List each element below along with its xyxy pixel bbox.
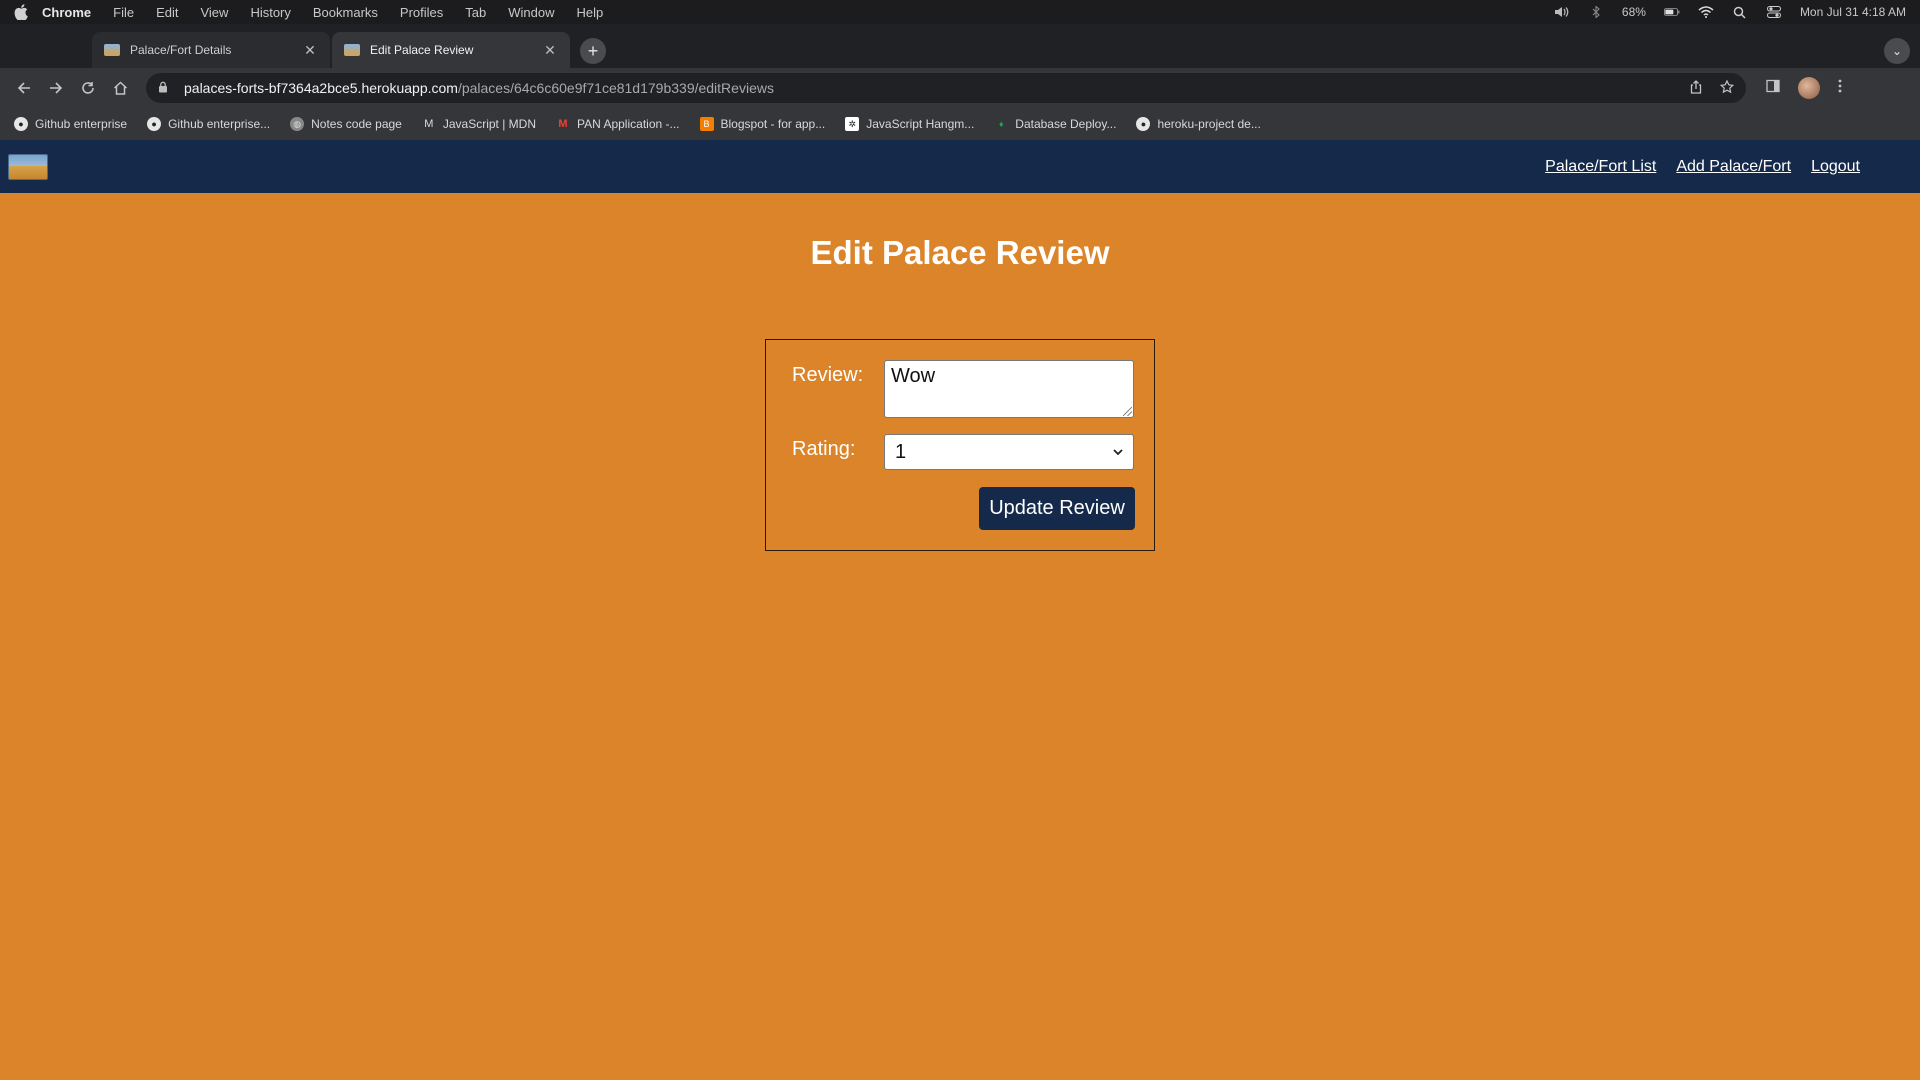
rating-select[interactable]: 1	[884, 434, 1134, 470]
github-icon: ●	[147, 117, 162, 131]
bookmark-label: PAN Application -...	[577, 117, 680, 131]
review-label: Review:	[792, 364, 864, 386]
rating-label: Rating:	[792, 438, 856, 460]
page-viewport: Palace/Fort List Add Palace/Fort Logout …	[0, 140, 1920, 1080]
blogger-icon: B	[699, 117, 714, 131]
close-tab-icon[interactable]: ✕	[302, 42, 318, 59]
address-bar[interactable]: palaces-forts-bf7364a2bce5.herokuapp.com…	[146, 73, 1746, 103]
side-panel-icon[interactable]	[1766, 79, 1780, 98]
reload-icon[interactable]	[72, 72, 104, 104]
menu-profiles[interactable]: Profiles	[400, 5, 443, 20]
profile-avatar[interactable]	[1798, 77, 1820, 99]
new-tab-plus-icon[interactable]: +	[580, 38, 606, 64]
menu-tab[interactable]: Tab	[465, 5, 486, 20]
spotlight-search-icon[interactable]	[1732, 6, 1748, 19]
bookmark-item[interactable]: ● Github enterprise	[14, 117, 127, 131]
rating-selected-value: 1	[895, 440, 907, 463]
gmail-icon: M	[558, 118, 568, 130]
browser-tab-strip: Palace/Fort Details ✕ Edit Palace Review…	[0, 24, 1920, 68]
site-logo[interactable]	[8, 153, 48, 180]
review-textarea[interactable]: Wow	[884, 360, 1134, 418]
globe-icon: ◍	[290, 117, 305, 131]
volume-icon[interactable]	[1554, 6, 1570, 18]
bookmarks-bar: ● Github enterprise ● Github enterprise...…	[0, 108, 1920, 140]
bookmark-label: Notes code page	[311, 117, 402, 131]
page-title: Edit Palace Review	[810, 234, 1110, 271]
wifi-icon[interactable]	[1698, 6, 1714, 18]
bookmark-item[interactable]: ◍ Notes code page	[290, 117, 402, 131]
bookmark-item[interactable]: ♦ Database Deploy...	[994, 117, 1116, 131]
github-icon: ●	[14, 117, 28, 131]
tab-search-chevron-icon[interactable]: ⌄	[1884, 38, 1910, 64]
status-area: 68% Mon Jul 31 4:18 AM	[1554, 5, 1906, 19]
forward-arrow-icon[interactable]	[40, 72, 72, 104]
bookmark-label: JavaScript | MDN	[442, 117, 536, 131]
nav-link-palace-fort-list[interactable]: Palace/Fort List	[1545, 158, 1656, 176]
nav-link-logout[interactable]: Logout	[1811, 158, 1860, 176]
bookmark-item[interactable]: B Blogspot - for app...	[699, 117, 826, 131]
openai-icon: ✲	[845, 117, 860, 131]
site-navbar: Palace/Fort List Add Palace/Fort Logout	[0, 140, 1920, 193]
clock: Mon Jul 31 4:18 AM	[1799, 5, 1906, 19]
site-favicon-icon	[344, 44, 360, 56]
tab-palace-fort-details[interactable]: Palace/Fort Details ✕	[92, 32, 330, 68]
nav-link-add-palace-fort[interactable]: Add Palace/Fort	[1676, 158, 1791, 176]
resize-grip-icon[interactable]	[1123, 407, 1132, 416]
home-icon[interactable]	[104, 72, 136, 104]
bluetooth-off-icon[interactable]	[1588, 6, 1604, 18]
chevron-down-icon	[1113, 445, 1123, 459]
github-icon: ●	[1136, 117, 1151, 131]
bookmark-item[interactable]: ✲ JavaScript Hangm...	[845, 117, 974, 131]
bookmark-label: Blogspot - for app...	[720, 117, 826, 131]
browser-toolbar: palaces-forts-bf7364a2bce5.herokuapp.com…	[0, 68, 1920, 108]
control-center-icon[interactable]	[1766, 6, 1782, 18]
mongodb-icon: ♦	[998, 119, 1004, 129]
battery-icon[interactable]	[1663, 6, 1680, 18]
menu-window[interactable]: Window	[508, 5, 554, 20]
menu-edit[interactable]: Edit	[156, 5, 178, 20]
battery-percent: 68%	[1621, 5, 1646, 19]
bookmark-item[interactable]: ● heroku-project de...	[1136, 117, 1261, 131]
macos-menu-bar: Chrome File Edit View History Bookmarks …	[0, 0, 1920, 24]
mdn-icon: M	[424, 118, 434, 130]
update-review-button[interactable]: Update Review	[979, 487, 1135, 530]
bookmark-label: JavaScript Hangm...	[866, 117, 975, 131]
menu-view[interactable]: View	[200, 5, 228, 20]
apple-icon[interactable]	[14, 4, 42, 20]
share-icon[interactable]	[1690, 79, 1702, 97]
lock-icon[interactable]	[158, 81, 170, 96]
edit-review-form: Review: Wow Rating: 1 Update Review	[765, 339, 1155, 551]
tab-label: Edit Palace Review	[370, 43, 474, 57]
bookmark-label: Github enterprise...	[168, 117, 271, 131]
bookmark-item[interactable]: M PAN Application -...	[556, 117, 680, 131]
menu-history[interactable]: History	[250, 5, 290, 20]
menu-app-name[interactable]: Chrome	[42, 5, 91, 20]
bookmark-star-icon[interactable]	[1719, 79, 1735, 97]
bookmark-label: heroku-project de...	[1157, 117, 1261, 131]
bookmark-label: Database Deploy...	[1015, 117, 1117, 131]
url-host: palaces-forts-bf7364a2bce5.herokuapp.com	[184, 80, 458, 96]
menu-file[interactable]: File	[113, 5, 134, 20]
bookmark-label: Github enterprise	[35, 117, 128, 131]
menu-help[interactable]: Help	[577, 5, 604, 20]
tab-edit-palace-review[interactable]: Edit Palace Review ✕	[332, 32, 570, 68]
bookmark-item[interactable]: ● Github enterprise...	[147, 117, 270, 131]
menu-bookmarks[interactable]: Bookmarks	[313, 5, 378, 20]
bookmark-item[interactable]: M JavaScript | MDN	[422, 117, 536, 131]
chrome-menu-icon[interactable]	[1838, 79, 1842, 98]
close-tab-icon[interactable]: ✕	[542, 42, 558, 59]
url-path: /palaces/64c6c60e9f71ce81d179b339/editRe…	[457, 80, 774, 96]
tab-label: Palace/Fort Details	[130, 43, 232, 57]
site-favicon-icon	[104, 44, 120, 56]
back-arrow-icon[interactable]	[8, 72, 40, 104]
